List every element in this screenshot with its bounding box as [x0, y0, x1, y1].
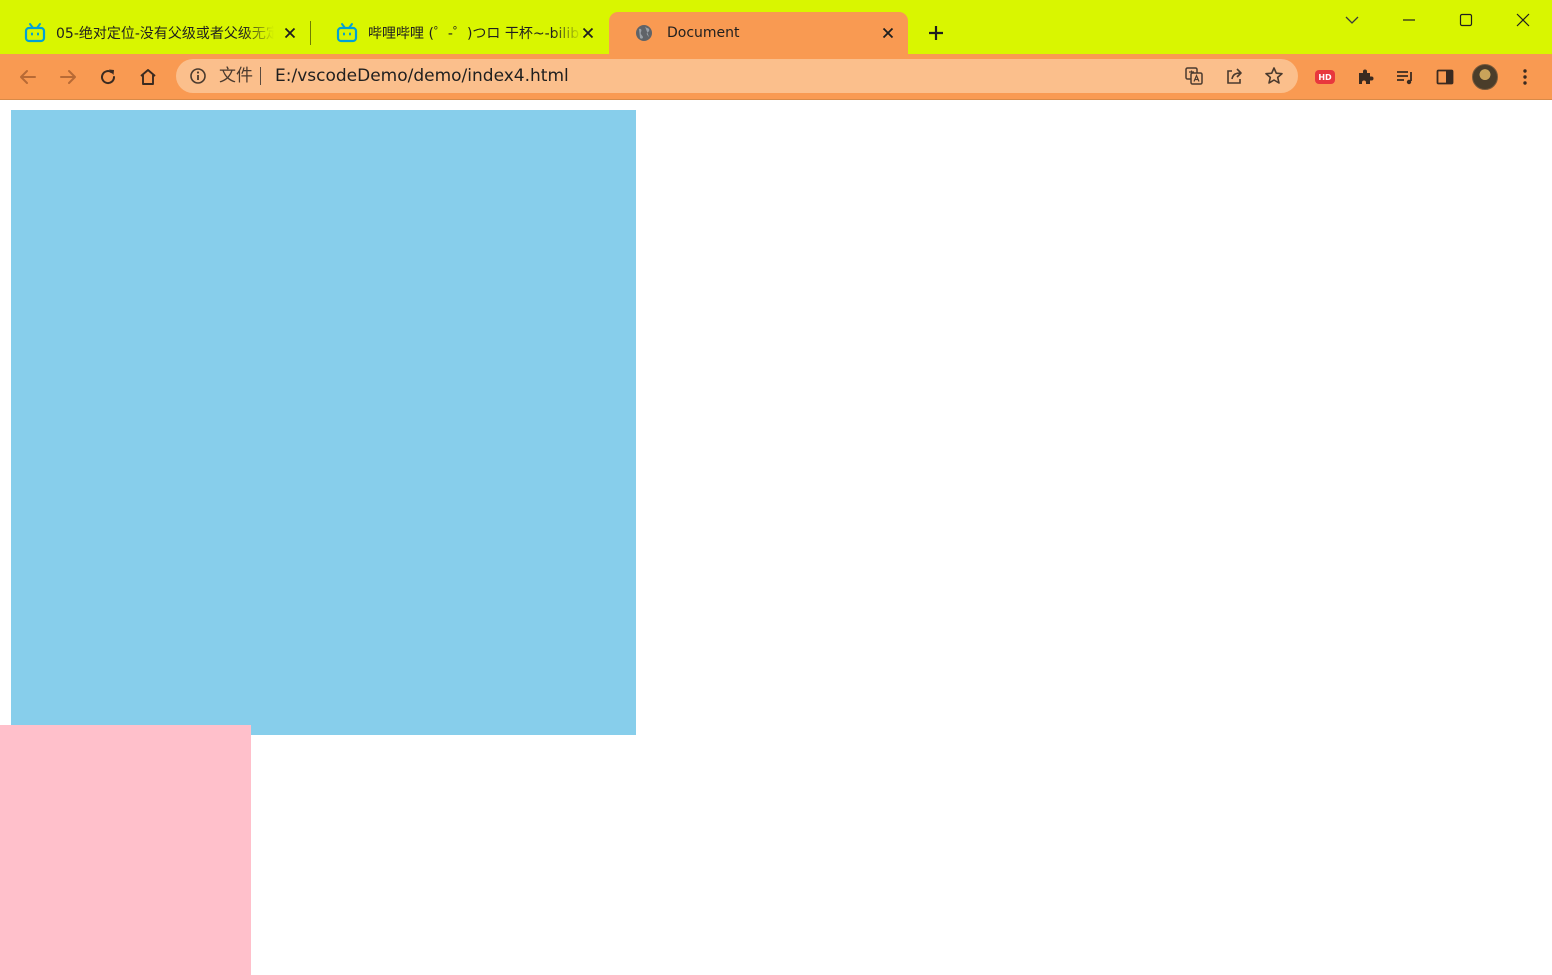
- minimize-button[interactable]: [1381, 0, 1437, 40]
- hd-extension-button[interactable]: HD: [1309, 61, 1341, 93]
- globe-icon: [633, 22, 655, 44]
- pink-box: [0, 725, 251, 975]
- close-window-button[interactable]: [1495, 0, 1551, 40]
- tab-title: 哔哩哔哩 (゜-゜)つロ 干杯~-bilibili: [368, 26, 582, 42]
- new-tab-button[interactable]: [922, 19, 950, 47]
- home-icon: [140, 69, 156, 85]
- tab-strip: 05-绝对定位-没有父级或者父级无定位 哔哩哔哩 (゜-゜)つロ 干杯~-bil…: [0, 0, 1552, 54]
- tab-absolute-positioning[interactable]: 05-绝对定位-没有父级或者父级无定位: [0, 12, 310, 54]
- extensions-button[interactable]: [1349, 61, 1381, 93]
- close-tab-icon[interactable]: [578, 23, 598, 43]
- url-text[interactable]: E:/vscodeDemo/demo/index4.html: [275, 66, 569, 86]
- more-vertical-icon: [1523, 69, 1527, 85]
- bilibili-icon: [24, 22, 46, 44]
- address-bar[interactable]: 文件 E:/vscodeDemo/demo/index4.html: [176, 59, 1298, 93]
- browser-toolbar: 文件 E:/vscodeDemo/demo/index4.html HD: [0, 54, 1552, 100]
- playlist-music-icon: [1397, 71, 1412, 85]
- translate-icon[interactable]: [1180, 63, 1208, 89]
- tab-title: 05-绝对定位-没有父级或者父级无定位: [56, 26, 274, 42]
- close-tab-icon[interactable]: [878, 23, 898, 43]
- tab-separator: [310, 21, 311, 45]
- arrow-right-icon: [60, 70, 76, 84]
- tab-search-button[interactable]: [1324, 0, 1380, 40]
- back-button[interactable]: [12, 61, 44, 93]
- reload-button[interactable]: [92, 61, 124, 93]
- scheme-label: 文件: [219, 66, 253, 86]
- tab-title: Document: [667, 25, 740, 41]
- maximize-icon: [1459, 13, 1473, 27]
- arrow-left-icon: [20, 70, 36, 84]
- maximize-button[interactable]: [1438, 0, 1494, 40]
- chevron-down-icon: [1345, 16, 1359, 24]
- menu-button[interactable]: [1509, 61, 1541, 93]
- plus-icon: [929, 26, 943, 40]
- reload-icon: [101, 69, 116, 85]
- share-icon[interactable]: [1220, 63, 1248, 89]
- avatar: [1472, 64, 1498, 90]
- tab-bilibili[interactable]: 哔哩哔哩 (゜-゜)つロ 干杯~-bilibili: [312, 12, 608, 54]
- home-button[interactable]: [132, 61, 164, 93]
- blue-box: [11, 110, 636, 735]
- close-tab-icon[interactable]: [280, 23, 300, 43]
- side-panel-button[interactable]: [1429, 61, 1461, 93]
- hd-extension-icon: HD: [1315, 70, 1335, 84]
- puzzle-icon: [1359, 69, 1374, 84]
- page-viewport: [0, 100, 1552, 975]
- media-control-button[interactable]: [1389, 61, 1421, 93]
- minimize-icon: [1403, 19, 1415, 21]
- forward-button[interactable]: [52, 61, 84, 93]
- side-panel-icon: [1436, 69, 1454, 85]
- info-icon[interactable]: [188, 66, 208, 86]
- bookmark-star-icon[interactable]: [1260, 63, 1288, 89]
- browser-window: 05-绝对定位-没有父级或者父级无定位 哔哩哔哩 (゜-゜)つロ 干杯~-bil…: [0, 0, 1552, 975]
- scheme-divider: [260, 67, 261, 85]
- profile-button[interactable]: [1469, 61, 1501, 93]
- close-icon: [1516, 13, 1530, 27]
- tab-document[interactable]: Document: [609, 12, 908, 54]
- bilibili-icon: [336, 22, 358, 44]
